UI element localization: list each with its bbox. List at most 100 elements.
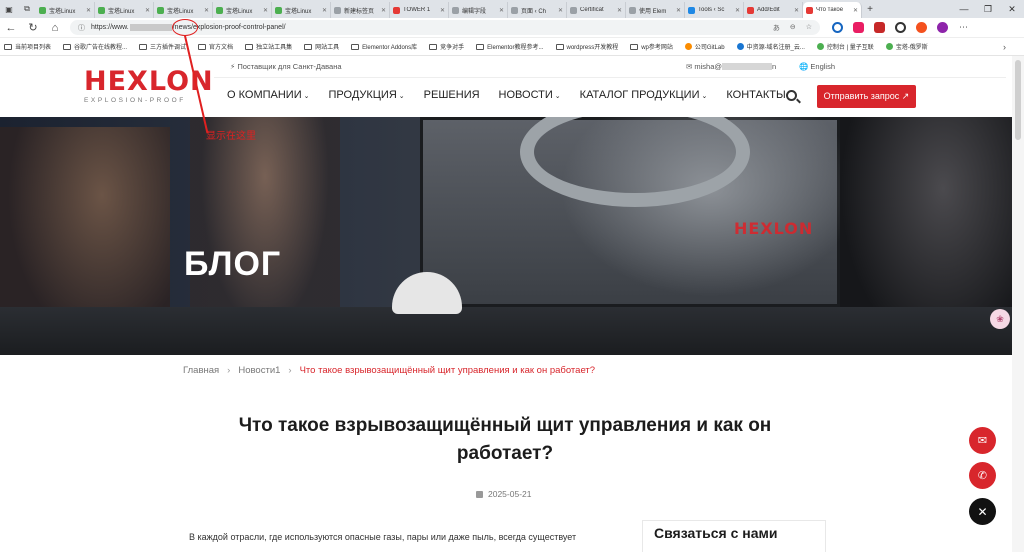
bookmark-item[interactable]: 谷歌广告在线教程... xyxy=(63,42,127,51)
bookmark-label: wp参考网站 xyxy=(641,45,673,51)
page-scrollbar[interactable] xyxy=(1012,56,1024,552)
bookmark-item[interactable]: 控制台 | 量子互联 xyxy=(816,42,874,51)
top-email-link[interactable]: ✉ misha@ n xyxy=(686,62,776,71)
nav-item[interactable]: НОВОСТИ ⌄ xyxy=(499,89,561,101)
request-quote-button[interactable]: Отправить запрос ↗ xyxy=(817,85,916,108)
tab-title: Certificat xyxy=(580,7,604,13)
date-text: 2025-05-21 xyxy=(488,489,532,499)
extension-icon[interactable] xyxy=(895,22,906,33)
browser-tab[interactable]: 宝塔Linux ✕ xyxy=(95,2,154,18)
annotation-text: 显示在这里 xyxy=(206,131,256,142)
tab-close-icon[interactable]: ✕ xyxy=(204,7,209,14)
tab-close-icon[interactable]: ✕ xyxy=(499,7,504,14)
nav-item[interactable]: КАТАЛОГ ПРОДУКЦИИ ⌄ xyxy=(580,89,708,101)
floating-phone-button[interactable]: ✆ xyxy=(969,462,996,489)
browser-tab[interactable]: 编辑字段 ✕ xyxy=(449,2,508,18)
extension-icon[interactable] xyxy=(937,22,948,33)
menu-icon[interactable]: ⋯ xyxy=(958,22,969,33)
floating-email-button[interactable]: ✉ xyxy=(969,427,996,454)
browser-tab[interactable]: Add/Edit ✕ xyxy=(744,2,803,18)
extension-icon[interactable] xyxy=(853,22,864,33)
bookmark-item[interactable]: 公司GitLab xyxy=(684,42,725,51)
home-icon[interactable]: ⌂ xyxy=(44,22,66,34)
email-end: n xyxy=(772,62,777,71)
bookmark-item[interactable]: 宝塔-俄罗斯 xyxy=(885,42,928,51)
folder-icon xyxy=(630,43,639,50)
bookmark-item[interactable]: wordpress开发教程 xyxy=(555,42,618,51)
tab-title: 宝塔Linux xyxy=(49,8,76,15)
minimize-icon[interactable]: — xyxy=(952,4,976,15)
breadcrumb-section[interactable]: Новости1 xyxy=(238,365,280,376)
hero-screen-logo: HEXLON xyxy=(734,219,814,238)
tab-close-icon[interactable]: ✕ xyxy=(322,7,327,14)
browser-tab[interactable]: Tools ‹ Sc ✕ xyxy=(685,2,744,18)
nav-item[interactable]: ПРОДУКЦИЯ ⌄ xyxy=(329,89,405,101)
browser-tab[interactable]: Что такое ✕ xyxy=(803,2,862,18)
browser-tab[interactable]: 宝塔Linux ✕ xyxy=(36,2,95,18)
reload-icon[interactable]: ↻ xyxy=(22,21,44,34)
folder-icon xyxy=(198,43,207,50)
tab-actions-icon[interactable]: ⧉ xyxy=(18,0,36,18)
bookmark-item[interactable]: 官方文档 xyxy=(198,42,233,51)
browser-tab[interactable]: 使用 Elem ✕ xyxy=(626,2,685,18)
browser-tab[interactable]: 新建标签页 ✕ xyxy=(331,2,390,18)
browser-tab[interactable]: 宝塔Linux ✕ xyxy=(213,2,272,18)
floating-chat-icon[interactable]: ❀ xyxy=(990,309,1010,329)
breadcrumb-separator-icon: › xyxy=(288,365,292,376)
tab-favicon-icon xyxy=(806,6,813,14)
tab-list: 宝塔Linux ✕ 宝塔Linux ✕ 宝塔Linux ✕ 宝塔Linux ✕ 宝塔Linux ✕… xyxy=(36,0,862,18)
new-tab-button[interactable]: + xyxy=(862,4,878,15)
folder-icon xyxy=(429,43,438,50)
tab-close-icon[interactable]: ✕ xyxy=(617,7,622,14)
bookmark-item[interactable]: 当前项目列表 xyxy=(4,42,51,51)
profile-icon[interactable]: ▣ xyxy=(0,0,18,18)
browser-tab[interactable]: TOWER 1 ✕ xyxy=(390,2,449,18)
tab-close-icon[interactable]: ✕ xyxy=(735,7,740,14)
scrollbar-thumb[interactable] xyxy=(1015,60,1021,140)
tab-close-icon[interactable]: ✕ xyxy=(794,7,799,14)
nav-item[interactable]: РЕШЕНИЯ xyxy=(424,89,480,101)
breadcrumb-home[interactable]: Главная xyxy=(183,365,219,376)
reader-icon[interactable]: ⊖ xyxy=(790,23,796,33)
nav-item[interactable]: О КОМПАНИИ ⌄ xyxy=(227,89,310,101)
logo-tagline: EXPLOSION-PROOF xyxy=(84,97,186,104)
favorite-star-icon[interactable]: ☆ xyxy=(806,23,812,33)
tab-close-icon[interactable]: ✕ xyxy=(440,7,445,14)
tab-close-icon[interactable]: ✕ xyxy=(86,7,91,14)
extension-icon[interactable] xyxy=(916,22,927,33)
translate-icon[interactable]: あ xyxy=(773,23,780,33)
tab-close-icon[interactable]: ✕ xyxy=(853,7,858,14)
bookmark-item[interactable]: 竞争对手 xyxy=(429,42,464,51)
nav-item[interactable]: КОНТАКТЫ xyxy=(726,89,785,101)
browser-tab[interactable]: 页面 ‹ Ch ✕ xyxy=(508,2,567,18)
search-icon[interactable] xyxy=(786,90,797,101)
tab-close-icon[interactable]: ✕ xyxy=(145,7,150,14)
back-icon[interactable]: ← xyxy=(0,22,22,34)
tab-close-icon[interactable]: ✕ xyxy=(558,7,563,14)
bookmark-item[interactable]: 网站工具 xyxy=(304,42,339,51)
floating-close-button[interactable]: ✕ xyxy=(969,498,996,525)
extension-icon[interactable] xyxy=(874,22,885,33)
bookmark-item[interactable]: Elementor教程参考... xyxy=(476,42,544,51)
tab-close-icon[interactable]: ✕ xyxy=(263,7,268,14)
chevron-down-icon: ⌄ xyxy=(554,93,561,100)
tab-title: 宝塔Linux xyxy=(108,8,135,15)
bookmarks-overflow-icon[interactable]: › xyxy=(1003,42,1006,52)
tab-close-icon[interactable]: ✕ xyxy=(676,7,681,14)
extension-icon[interactable] xyxy=(832,22,843,33)
bookmarks-bar: 当前项目列表 谷歌广告在线教程... 三方插件调试 官方文档 独立站工具集 网站工具 Ele… xyxy=(0,38,1024,56)
close-window-icon[interactable]: ✕ xyxy=(1000,4,1024,15)
maximize-icon[interactable]: ❐ xyxy=(976,4,1000,15)
bookmark-label: 公司GitLab xyxy=(694,45,725,51)
browser-tab[interactable]: Certificat ✕ xyxy=(567,2,626,18)
bookmark-item[interactable]: 中资源-域名注册_云... xyxy=(736,42,805,51)
bookmark-item[interactable]: 独立站工具集 xyxy=(245,42,292,51)
bookmark-item[interactable]: wp参考网站 xyxy=(630,42,673,51)
browser-tab[interactable]: 宝塔Linux ✕ xyxy=(272,2,331,18)
browser-tab[interactable]: 宝塔Linux ✕ xyxy=(154,2,213,18)
tab-close-icon[interactable]: ✕ xyxy=(381,7,386,14)
language-switcher[interactable]: 🌐 English xyxy=(799,62,835,71)
bookmark-item[interactable]: Elementor Addons库 xyxy=(351,42,417,51)
site-info-icon[interactable]: ⓘ xyxy=(78,23,85,33)
bookmark-item[interactable]: 三方插件调试 xyxy=(139,42,186,51)
